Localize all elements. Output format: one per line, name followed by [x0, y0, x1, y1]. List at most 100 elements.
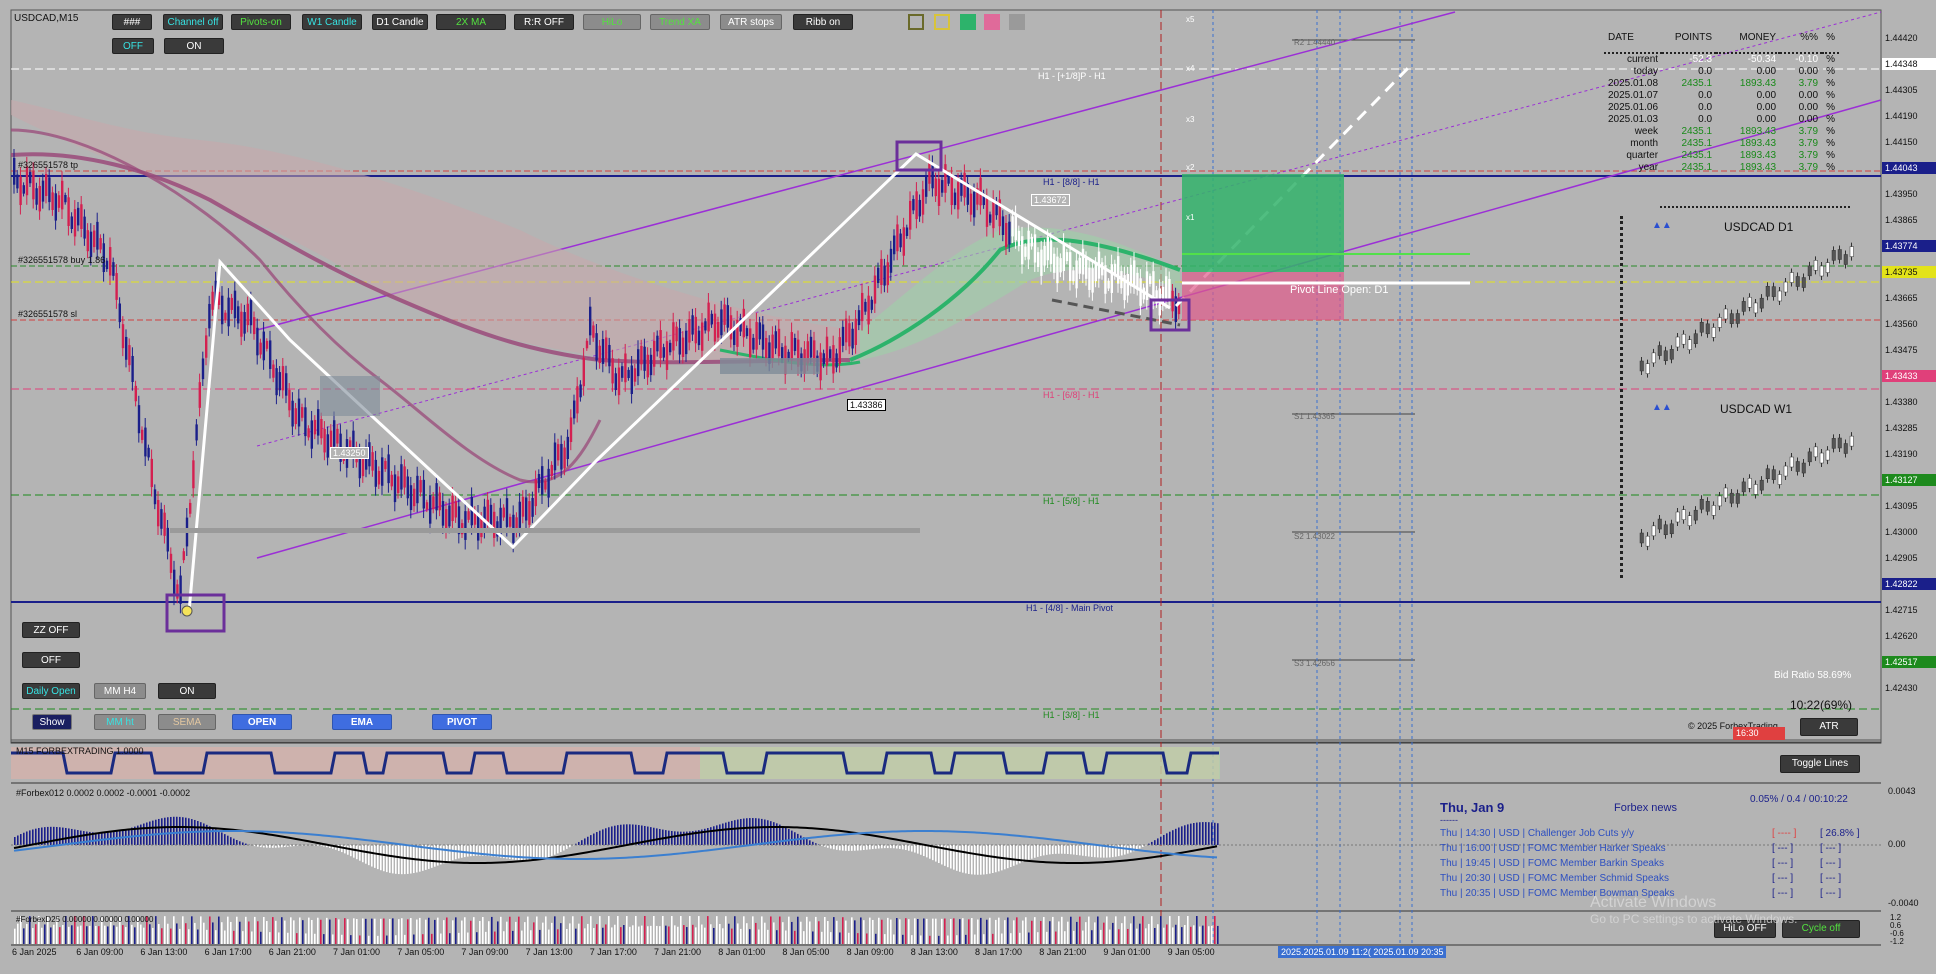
ribb-on-button[interactable]: Ribb on	[793, 14, 853, 30]
ema-button[interactable]: EMA	[332, 714, 392, 730]
daily-open-button[interactable]: Daily Open	[22, 683, 80, 699]
candle-body	[1091, 268, 1094, 293]
osc-bar	[587, 836, 589, 845]
candle-body	[934, 178, 937, 197]
news-item[interactable]: Thu | 14:30 | USD | Challenger Job Cuts …	[1440, 828, 1634, 839]
candle-body	[400, 464, 403, 490]
2x-ma-button[interactable]: 2X MA	[436, 14, 506, 30]
osc-bar	[770, 821, 772, 845]
pivots-on-button[interactable]: Pivots-on	[231, 14, 291, 30]
candle-body	[230, 297, 233, 310]
mini-candle-body	[1771, 286, 1776, 297]
news-item[interactable]: Thu | 20:30 | USD | FOMC Member Schmid S…	[1440, 873, 1669, 884]
osc-bar	[746, 818, 748, 845]
volume-bar	[1190, 926, 1192, 944]
volume-bar	[596, 924, 598, 944]
news-previous: [ --- ]	[1820, 843, 1842, 854]
mini-candle-body	[1639, 360, 1644, 372]
pivot-button[interactable]: PIVOT	[432, 714, 492, 730]
candle-body	[553, 442, 557, 471]
table-cell: today	[1633, 66, 1659, 77]
table-cell: %	[1826, 66, 1835, 77]
d1-candle-button[interactable]: D1 Candle	[372, 14, 428, 30]
color-swatch-olive[interactable]	[908, 14, 924, 30]
osc-bar	[152, 820, 154, 845]
candle-body	[905, 227, 909, 236]
open-button[interactable]: OPEN	[232, 714, 292, 730]
zz-option-off-button[interactable]: OFF	[112, 38, 154, 54]
candle-body	[688, 319, 691, 343]
osc-bar	[854, 845, 856, 851]
candle-body	[707, 302, 710, 332]
volume-bar	[344, 918, 346, 944]
table-row: today 0.0 0.00 0.00%	[1604, 66, 1839, 78]
volume-bar	[788, 916, 790, 944]
osc-bar	[875, 845, 877, 849]
atr-stops-button[interactable]: ATR stops	[720, 14, 782, 30]
osc-bar	[146, 822, 148, 845]
sema-button[interactable]: SEMA	[158, 714, 216, 730]
rr-off-button[interactable]: R:R OFF	[514, 14, 574, 30]
osc-bar	[977, 845, 979, 875]
x5-label: x5	[1186, 15, 1195, 24]
toggle-lines-button[interactable]: Toggle Lines	[1780, 755, 1860, 773]
candle-body	[755, 322, 758, 350]
atr-button[interactable]: ATR	[1800, 718, 1858, 736]
mini-candle-body	[1675, 336, 1680, 348]
mini-candle-body	[1795, 276, 1800, 287]
w1-candle-button[interactable]: W1 Candle	[302, 14, 362, 30]
news-source: Forbex news	[1614, 802, 1677, 814]
volume-bar	[26, 923, 28, 944]
osc-bar	[905, 845, 907, 850]
mm-ht-button[interactable]: MM ht	[94, 714, 146, 730]
candle-body	[243, 312, 246, 334]
show-button[interactable]: Show	[32, 714, 72, 730]
volume-bar	[485, 931, 487, 944]
color-swatch-yellow[interactable]	[934, 14, 950, 30]
volume-bar	[578, 923, 580, 944]
watermark-line1: Activate Windows	[1590, 894, 1717, 911]
volume-bar	[722, 928, 724, 944]
hash-button[interactable]: ###	[112, 14, 152, 30]
candle-body	[694, 316, 697, 344]
channel-off-button[interactable]: Channel off	[163, 14, 223, 30]
candle-body	[573, 400, 576, 419]
volume-bar	[590, 916, 592, 944]
color-swatch-grey[interactable]	[1009, 14, 1025, 30]
osc-bar	[986, 845, 988, 875]
table-cell: 1893.43	[1739, 162, 1777, 173]
mm-h4-button[interactable]: MM H4	[94, 683, 146, 699]
candle-body	[29, 171, 32, 184]
candle-body	[192, 460, 195, 489]
time-axis-label: 7 Jan 13:00	[525, 947, 573, 957]
candle-body	[393, 474, 397, 503]
volume-bar	[611, 927, 613, 944]
color-swatch-green[interactable]	[960, 14, 976, 30]
volume-bar	[197, 929, 199, 944]
mini-candle-body	[1777, 290, 1782, 302]
zz-off-button[interactable]: ZZ OFF	[22, 622, 80, 638]
candle-body	[259, 342, 262, 355]
osc-bar	[914, 845, 916, 853]
volume-bar	[848, 932, 850, 944]
on-button-left[interactable]: ON	[158, 683, 216, 699]
volume-bar	[467, 932, 469, 944]
osc-bar	[197, 821, 199, 845]
atr-label: ATR	[1819, 721, 1839, 732]
table-cell: week	[1634, 126, 1659, 137]
osc-bar	[971, 845, 973, 875]
color-swatch-pink[interactable]	[984, 14, 1000, 30]
volume-bar	[944, 918, 946, 944]
volume-bar	[434, 919, 436, 944]
mini-candle-body	[1783, 465, 1788, 477]
volume-bar	[863, 920, 865, 944]
mini-candle-body	[1639, 532, 1644, 544]
off-button[interactable]: OFF	[22, 652, 80, 668]
volume-bar	[299, 917, 301, 944]
trend-xa-button[interactable]: Trend XA	[650, 14, 710, 30]
news-item[interactable]: Thu | 16:00 | USD | FOMC Member Harker S…	[1440, 843, 1666, 854]
news-item[interactable]: Thu | 19:45 | USD | FOMC Member Barkin S…	[1440, 858, 1664, 869]
volume-bar	[1028, 932, 1030, 944]
hilo-button[interactable]: HiLo	[583, 14, 641, 30]
zz-option-on-button[interactable]: ON	[164, 38, 224, 54]
